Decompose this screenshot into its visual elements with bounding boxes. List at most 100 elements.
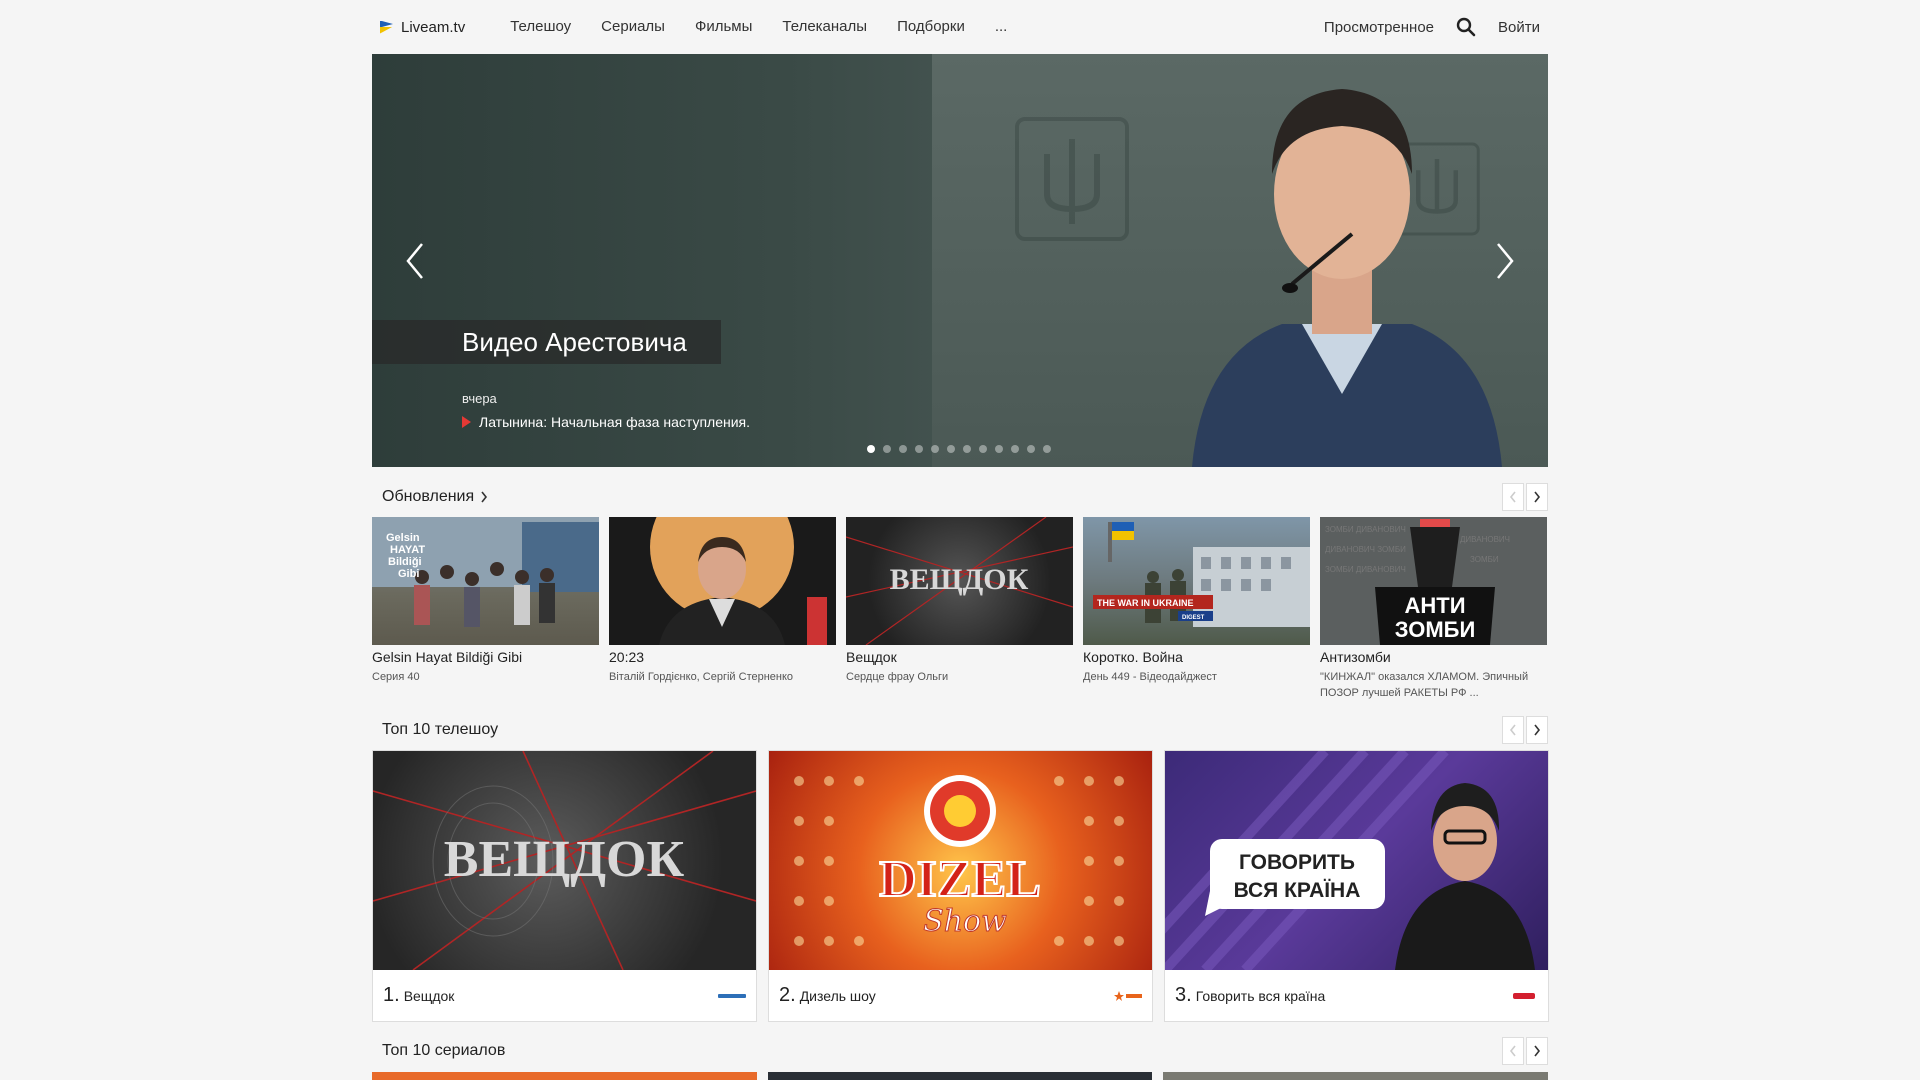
update-thumbnail	[609, 517, 836, 645]
hero-title[interactable]: Видео Арестовича	[462, 320, 687, 364]
updates-title-link[interactable]: Обновления	[382, 488, 488, 506]
update-title: Gelsin Hayat Bildiği Gibi	[372, 649, 523, 665]
svg-text:ДИВАНОВИЧ: ДИВАНОВИЧ	[1460, 535, 1510, 544]
show-logo-line: Gelsin	[386, 532, 420, 544]
update-card[interactable]: Gelsin HAYAT Bildiği Gibi Gelsin Hayat B…	[372, 517, 599, 707]
update-subtitle: Віталій Гордієнко, Сергій Стерненко	[609, 671, 794, 683]
series-card-thumbnail[interactable]	[1163, 1072, 1549, 1080]
top-show-thumbnail: ВЕЩДОК	[373, 751, 756, 970]
prev-page-button[interactable]	[1502, 483, 1524, 511]
top-show-thumbnail: DIZEL Show	[769, 751, 1152, 970]
hero-prev-arrow-icon[interactable]	[396, 236, 436, 286]
prev-page-button[interactable]	[1502, 716, 1524, 744]
update-subtitle: День 449 - Відеодайджест	[1083, 671, 1217, 683]
nav-item-series[interactable]: Сериалы	[586, 0, 680, 54]
site-logo[interactable]: Liveam.tv	[380, 19, 465, 36]
show-logo-veshdok: ВЕЩДОК	[373, 751, 756, 970]
hero-date: вчера	[462, 391, 497, 406]
next-page-button[interactable]	[1526, 483, 1548, 511]
hero-next-arrow-icon[interactable]	[1484, 236, 1524, 286]
show-logo-line: HAYAT	[390, 544, 425, 556]
veshdok-logo-text: ВЕЩДОК	[444, 831, 685, 888]
show-logo-dizel: DIZEL Show	[794, 775, 1124, 946]
top-show-rank: 2.	[779, 984, 796, 1006]
top-show-card[interactable]: ВЕЩДОК 1. Вещдок	[372, 750, 757, 1022]
next-page-button[interactable]	[1526, 716, 1548, 744]
top-show-rank: 3.	[1175, 984, 1192, 1006]
login-link[interactable]: Войти	[1498, 19, 1540, 36]
slider-dots	[867, 445, 1051, 453]
nav-item-more[interactable]: ...	[980, 0, 1023, 54]
top-show-card[interactable]: DIZEL Show 2. Дизель шоу	[768, 750, 1153, 1022]
slider-dot[interactable]	[963, 445, 971, 453]
hero-episode-link[interactable]: Латынина: Начальная фаза наступления.	[462, 414, 750, 430]
update-card[interactable]: 20:23 Віталій Гордієнко, Сергій Стерненк…	[609, 517, 836, 707]
top-show-footer: 3. Говорить вся країна	[1165, 970, 1548, 1021]
search-icon[interactable]	[1456, 17, 1476, 37]
chevron-right-icon	[1534, 491, 1541, 503]
govorit-logo-line: ВСЯ КРАЇНА	[1234, 879, 1361, 902]
top-show-footer: 1. Вещдок	[373, 970, 756, 1021]
update-thumbnail: ВЕЩДОК	[846, 517, 1073, 645]
top-shows-pager	[1502, 716, 1548, 744]
chevron-right-icon	[1534, 724, 1541, 736]
channel-logo-ictv-icon	[1114, 990, 1142, 1001]
show-logo-line: Bildiği	[388, 556, 422, 568]
dizel-logo-show-text: Show	[923, 904, 1007, 939]
war-banner-text: THE WAR IN UKRAINE	[1097, 598, 1194, 608]
top-shows-carousel: ВЕЩДОК 1. Вещдок DIZEL Show 2. Дизель шо…	[372, 750, 1549, 1022]
slider-dot[interactable]	[947, 445, 955, 453]
svg-text:ЗОМБИ ДИВАНОВИЧ: ЗОМБИ ДИВАНОВИЧ	[1325, 525, 1406, 534]
nav-item-films[interactable]: Фильмы	[680, 0, 767, 54]
update-title: 20:23	[609, 649, 645, 665]
dizel-logo-text: DIZEL	[879, 851, 1041, 908]
slider-dot[interactable]	[995, 445, 1003, 453]
presenter-photo	[650, 517, 827, 645]
svg-text:ЗОМБИ ДИВАНОВИЧ: ЗОМБИ ДИВАНОВИЧ	[1325, 565, 1406, 574]
hero-slider[interactable]: Видео Арестовича вчера Латынина: Начальн…	[372, 54, 1548, 467]
show-logo-line: Gibi	[398, 568, 419, 580]
watched-link[interactable]: Просмотренное	[1324, 19, 1434, 36]
update-subtitle: Сердце фрау Ольги	[846, 671, 949, 683]
update-thumbnail: Gelsin HAYAT Bildiği Gibi	[372, 517, 599, 645]
war-digest-label: DIGEST	[1182, 615, 1205, 621]
speaker-photo	[1192, 89, 1502, 467]
antizombie-logo-line: АНТИ	[1404, 593, 1465, 618]
update-card[interactable]: ВЕЩДОК Вещдок Сердце фрау Ольги	[846, 517, 1073, 707]
series-card-thumbnail[interactable]	[767, 1072, 1153, 1080]
nav-item-collections[interactable]: Подборки	[882, 0, 980, 54]
svg-text:ЗОМБИ: ЗОМБИ	[1470, 555, 1499, 564]
slider-dot[interactable]	[915, 445, 923, 453]
slider-dot[interactable]	[883, 445, 891, 453]
top-series-carousel	[372, 1072, 1549, 1080]
war-digest-image: THE WAR IN UKRAINE DIGEST	[1093, 522, 1310, 627]
logo-text: Liveam.tv	[401, 18, 466, 36]
slider-dot[interactable]	[979, 445, 987, 453]
update-title: Коротко. Война	[1083, 649, 1183, 665]
show-logo-antizombie: ЗОМБИ ДИВАНОВИЧ ДИВАНОВИЧ ЗОМБИ ЗОМБИ ДИВА…	[1325, 519, 1510, 645]
slider-dot[interactable]	[899, 445, 907, 453]
nav-item-tvshows[interactable]: Телешоу	[495, 0, 586, 54]
update-card[interactable]: THE WAR IN UKRAINE DIGEST Коротко. Война…	[1083, 517, 1310, 707]
top-show-card[interactable]: ГОВОРИТЬ ВСЯ КРАЇНА 3. Говорить вся краї…	[1164, 750, 1549, 1022]
channel-logo-inter-icon	[718, 993, 746, 998]
slider-dot[interactable]	[867, 445, 875, 453]
top-show-name: Вещдок	[403, 987, 455, 1004]
play-icon	[462, 416, 471, 428]
updates-pager	[1502, 483, 1548, 511]
update-card[interactable]: ЗОМБИ ДИВАНОВИЧ ДИВАНОВИЧ ЗОМБИ ЗОМБИ ДИВА…	[1320, 517, 1547, 707]
update-subtitle: "КИНЖАЛ" оказался ХЛАМОМ. Эпичный ПОЗОР …	[1320, 671, 1529, 699]
series-card-thumbnail[interactable]	[372, 1072, 757, 1080]
slider-dot[interactable]	[931, 445, 939, 453]
slider-dot[interactable]	[1011, 445, 1019, 453]
chevron-left-icon	[1509, 724, 1516, 736]
top-show-name: Дизель шоу	[799, 987, 876, 1004]
slider-dot[interactable]	[1027, 445, 1035, 453]
show-logo-veshdok: ВЕЩДОК	[846, 517, 1073, 645]
prev-page-button[interactable]	[1502, 1037, 1524, 1065]
nav-item-channels[interactable]: Телеканалы	[767, 0, 882, 54]
slider-dot[interactable]	[1043, 445, 1051, 453]
main-nav: Телешоу Сериалы Фильмы Телеканалы Подбор…	[495, 0, 1022, 54]
top-show-thumbnail: ГОВОРИТЬ ВСЯ КРАЇНА	[1165, 751, 1548, 970]
next-page-button[interactable]	[1526, 1037, 1548, 1065]
